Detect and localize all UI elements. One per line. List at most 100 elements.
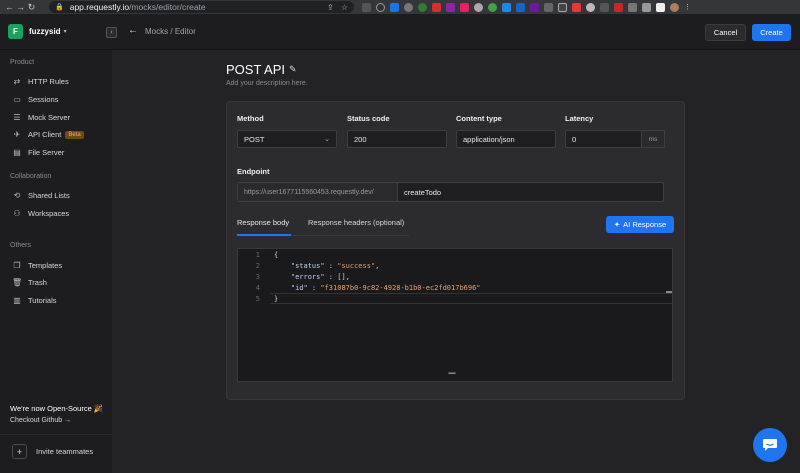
sidebar-item-shared-lists[interactable]: ⟲ Shared Lists [12, 191, 70, 200]
app-header: F fuzzysid ▾ ‹ ← Mocks / Editor Cancel C… [0, 14, 800, 50]
workspace-avatar[interactable]: F [8, 24, 23, 39]
breadcrumb-parent[interactable]: Mocks [145, 27, 168, 36]
extension-icon[interactable] [418, 2, 427, 12]
code-text: "errors" : [], [290, 272, 350, 281]
extensions-bar: ⋮ [362, 2, 691, 12]
lock-icon: 🔒 [55, 4, 64, 11]
plus-icon: + [12, 444, 27, 459]
forward-nav-icon[interactable]: → [15, 2, 26, 12]
sidebar-item-api-client[interactable]: ✈ API Client Beta [12, 130, 84, 139]
breadcrumb-separator: / [170, 27, 173, 36]
extension-icon[interactable] [628, 2, 637, 12]
reload-icon[interactable]: ↻ [26, 2, 37, 13]
content-type-input[interactable]: application/json [456, 130, 556, 148]
description-input[interactable]: Add your description here. [226, 80, 308, 87]
extension-icon[interactable] [446, 2, 455, 12]
endpoint-label: Endpoint [237, 167, 270, 176]
address-bar[interactable]: 🔒 app.requestly.io/mocks/editor/create ⇪… [49, 1, 354, 13]
extension-icon[interactable] [516, 2, 525, 12]
latency-input[interactable]: 0 [565, 130, 642, 148]
mock-title-text: POST API [226, 62, 286, 77]
code-text: } [274, 294, 279, 303]
chat-bubble-icon [763, 439, 777, 451]
extension-icon[interactable] [502, 2, 511, 12]
sidebar-item-sessions[interactable]: ▭ Sessions [12, 95, 58, 104]
extension-icon[interactable] [362, 2, 371, 12]
sidebar-item-label: Shared Lists [28, 191, 70, 200]
sidebar-section-title: Collaboration [10, 173, 52, 180]
extension-icon[interactable] [460, 2, 469, 12]
sidebar-item-http-rules[interactable]: ⇄ HTTP Rules [12, 77, 69, 86]
status-code-input[interactable]: 200 [347, 130, 447, 148]
json-key: "status" [290, 261, 325, 270]
sidebar-item-mock-server[interactable]: ☰ Mock Server [12, 113, 70, 122]
sidebar-item-tutorials[interactable]: ▥ Tutorials [12, 296, 56, 305]
sidebar-item-file-server[interactable]: ▤ File Server [12, 148, 64, 157]
chevron-down-icon: ⌄ [324, 136, 330, 143]
back-nav-icon[interactable]: ← [4, 2, 15, 12]
resize-handle-icon[interactable]: ▪▪▪▪▪▪ [448, 371, 456, 377]
chevron-down-icon[interactable]: ▾ [64, 28, 67, 35]
method-select[interactable]: POST ⌄ [237, 130, 337, 148]
create-button[interactable]: Create [752, 24, 791, 41]
mock-title[interactable]: POST API ✎ [226, 62, 297, 77]
extension-icon[interactable] [530, 2, 539, 12]
extension-icon[interactable] [376, 2, 385, 12]
line-number: 3 [255, 272, 260, 281]
extension-icon[interactable] [404, 2, 413, 12]
extension-icon[interactable] [558, 2, 567, 12]
breadcrumb-current: Editor [174, 27, 196, 36]
tab-response-body[interactable]: Response body [237, 218, 289, 227]
extension-icon[interactable] [488, 2, 497, 12]
sidebar-item-trash[interactable]: 🗑 Trash [12, 278, 47, 287]
response-body-editor[interactable]: 1 { 2 "status" : "success", 3 "errors" :… [237, 248, 673, 382]
extension-icon[interactable] [432, 2, 441, 12]
rocket-icon: ✈ [13, 130, 21, 139]
profile-avatar-icon[interactable] [670, 2, 679, 12]
pencil-icon[interactable]: ✎ [289, 64, 297, 75]
line-number: 4 [255, 283, 260, 292]
share-page-icon[interactable]: ⇪ [327, 3, 334, 12]
sidebar-item-label: HTTP Rules [28, 77, 69, 86]
invite-teammates-button[interactable]: + Invite teammates [12, 444, 93, 459]
back-arrow-icon[interactable]: ← [128, 25, 138, 36]
extension-icon[interactable] [474, 2, 483, 12]
extension-icon[interactable] [390, 2, 399, 12]
sidebar-section-title: Others [10, 242, 32, 249]
ai-response-button[interactable]: ✦ AI Response [606, 216, 674, 233]
sidebar-item-label: Mock Server [28, 113, 71, 122]
endpoint-input[interactable]: createTodo [398, 182, 664, 202]
latency-label: Latency [565, 114, 594, 123]
extension-icon[interactable] [586, 2, 595, 12]
http-rules-icon: ⇄ [13, 77, 21, 86]
collapse-sidebar-button[interactable]: ‹ [106, 27, 117, 38]
tab-response-headers[interactable]: Response headers (optional) [308, 218, 404, 227]
file-icon: ▤ [13, 148, 21, 157]
url-domain: app.requestly.io [69, 2, 130, 12]
github-link[interactable]: Checkout Github → [10, 417, 71, 424]
sidebar-item-workspaces[interactable]: ⚇ Workspaces [12, 209, 69, 218]
extension-icon[interactable] [572, 2, 581, 12]
scroll-marker [666, 291, 672, 293]
main-content: POST API ✎ Add your description here. Me… [112, 50, 800, 473]
puzzle-icon[interactable] [642, 2, 651, 12]
extension-icon[interactable] [544, 2, 553, 12]
workspace-name[interactable]: fuzzysid [29, 27, 61, 36]
json-key: "errors" [290, 272, 325, 281]
line-number: 1 [255, 250, 260, 259]
status-code-label: Status code [347, 114, 390, 123]
sidebar-item-label: Workspaces [28, 209, 70, 218]
bookmark-star-icon[interactable]: ☆ [341, 3, 348, 12]
chat-support-button[interactable] [753, 428, 787, 462]
cancel-button[interactable]: Cancel [705, 24, 746, 41]
sidebar-item-label: Trash [28, 278, 47, 287]
extension-icon[interactable] [600, 2, 609, 12]
browser-menu-icon[interactable]: ⋮ [684, 3, 691, 11]
json-key: "id" [290, 283, 308, 292]
code-line: 2 "status" : "success", [238, 260, 380, 271]
sidebar-toggle-icon[interactable] [656, 2, 665, 12]
code-text: "status" : "success", [290, 261, 380, 270]
sidebar-item-templates[interactable]: ❒ Templates [12, 261, 62, 270]
extension-icon[interactable] [614, 2, 623, 12]
video-icon: ▭ [13, 95, 21, 104]
